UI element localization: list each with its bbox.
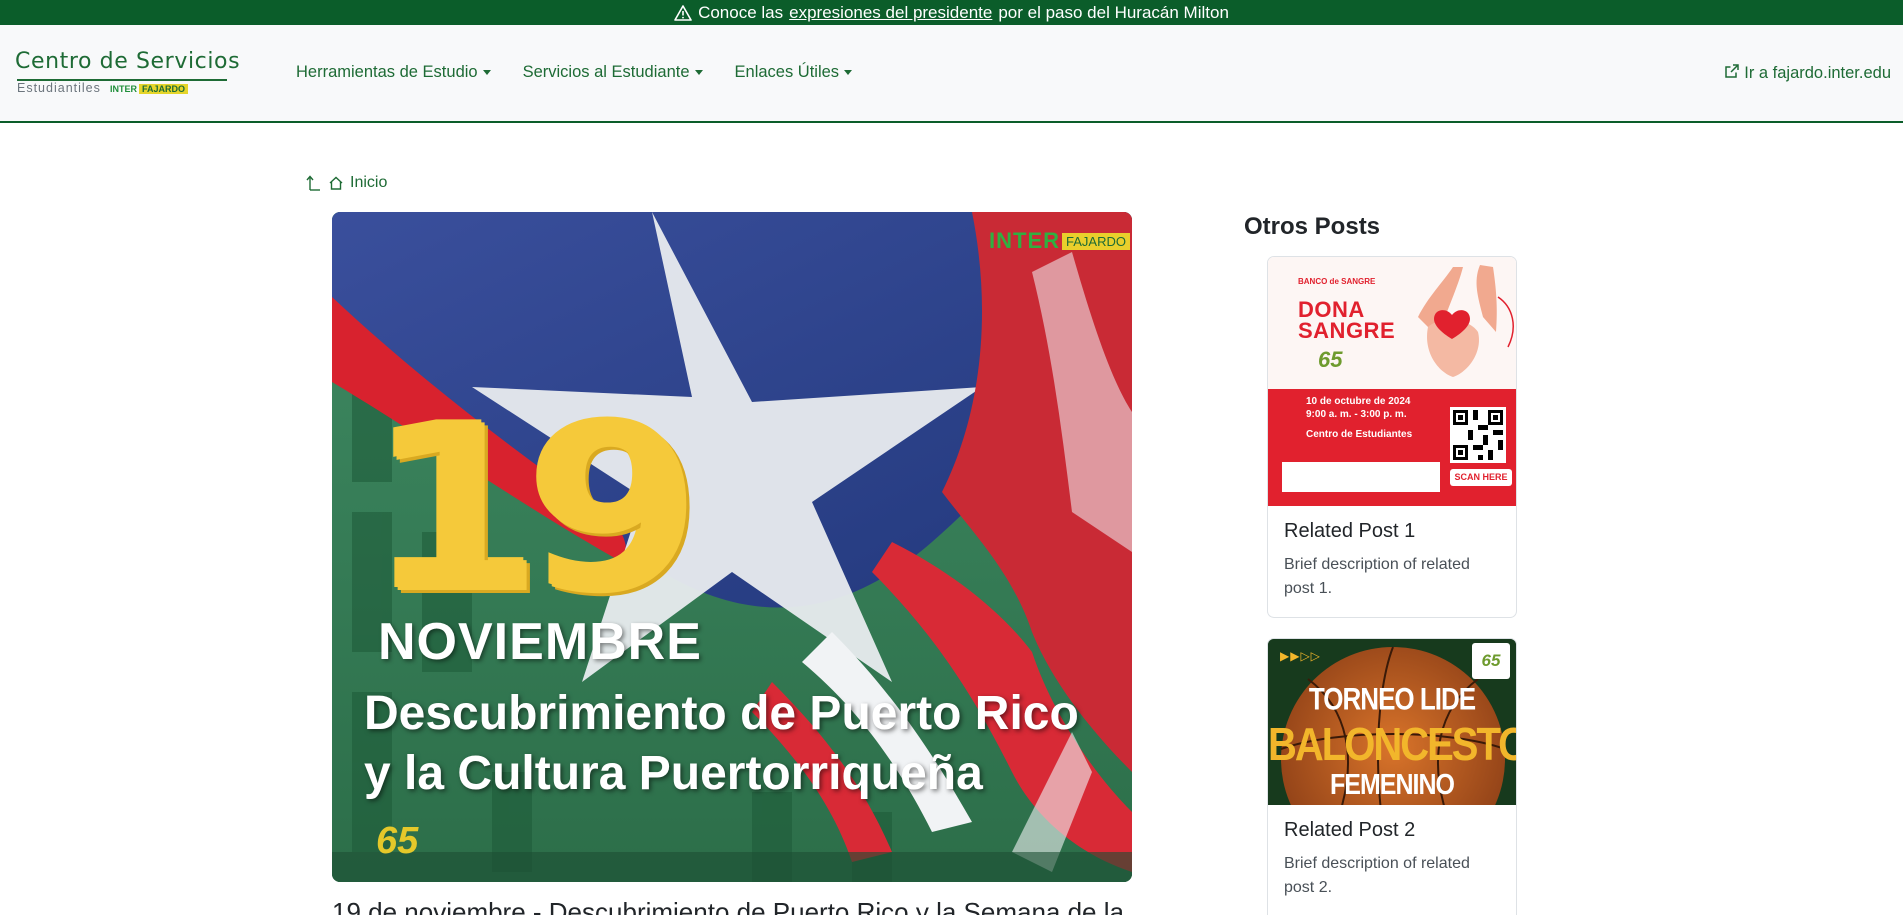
alert-link[interactable]: expresiones del presidente <box>789 3 992 23</box>
anniversary-badge: 65 <box>1318 347 1343 372</box>
nav-herramientas[interactable]: Herramientas de Estudio <box>296 63 491 82</box>
brand-title: Centro de Servicios <box>15 49 241 74</box>
anniversary-badge: 65 <box>1472 643 1510 679</box>
caret-down-icon <box>694 70 703 75</box>
related-post-thumbnail[interactable]: BANCO de SANGRE DONA SANGRE 65 10 de oct… <box>1268 257 1516 506</box>
nav-servicios[interactable]: Servicios al Estudiante <box>523 63 703 82</box>
hero-month: NOVIEMBRE <box>378 613 702 671</box>
badge-inter-text: INTER <box>110 84 137 94</box>
donate-headline-line2: SANGRE <box>1298 318 1396 343</box>
brand-subtitle: Estudiantiles <box>17 81 101 95</box>
blood-bank-label: BANCO de SANGRE <box>1298 277 1376 286</box>
related-post-card[interactable]: BANCO de SANGRE DONA SANGRE 65 10 de oct… <box>1267 256 1517 618</box>
related-post-description: Brief description of related post 1. <box>1284 556 1470 597</box>
event-time: 9:00 a. m. - 3:00 p. m. <box>1306 409 1407 420</box>
tournament-line-2: BALONCESTO <box>1268 719 1516 771</box>
donate-headline-line1: DONA <box>1298 297 1365 322</box>
related-post-description: Brief description of related post 2. <box>1284 855 1470 896</box>
inter-badge: INTER FAJARDO <box>110 84 189 94</box>
requirements-box <box>1282 462 1440 492</box>
article-title: 19 de noviembre - Descubrimiento de Puer… <box>332 897 1124 915</box>
alert-suffix: por el paso del Huracán Milton <box>998 2 1229 22</box>
hero-logo-fajardo: FAJARDO <box>1062 232 1130 250</box>
related-post-body: Related Post 2 Brief description of rela… <box>1268 805 1516 914</box>
alert-banner: Conoce las expresiones del presidente po… <box>0 0 1903 25</box>
nav-herramientas-label: Herramientas de Estudio <box>296 63 478 81</box>
nav-enlaces-label: Enlaces Útiles <box>734 63 840 81</box>
level-up-icon <box>306 174 322 192</box>
navbar: Centro de Servicios Estudiantiles INTER F… <box>0 25 1903 123</box>
nav-servicios-label: Servicios al Estudiante <box>522 63 690 81</box>
event-location: Centro de Estudiantes <box>1306 429 1413 440</box>
tournament-line-1: TORNEO LIDE <box>1308 680 1476 717</box>
home-icon <box>328 175 344 191</box>
hero-inter-logo: INTER FAJARDO <box>989 228 1130 254</box>
hero-line-2: y la Cultura Puertorriqueña <box>364 747 983 800</box>
event-datetime: 10 de octubre de 2024 9:00 a. m. - 3:00 … <box>1306 395 1411 421</box>
breadcrumb-home-label: Inicio <box>350 174 388 191</box>
caret-down-icon <box>482 70 491 75</box>
play-arrows-icon: ▶▶▷▷ <box>1280 649 1321 663</box>
related-post-card[interactable]: ▶▶▷▷ 65 TORNEO LIDE BALONCESTO FEMENINO … <box>1267 638 1517 915</box>
event-date: 10 de octubre de 2024 <box>1306 396 1411 407</box>
related-post-title[interactable]: Related Post 2 <box>1284 819 1500 842</box>
external-link-label: Ir a fajardo.inter.edu <box>1744 64 1891 82</box>
caret-down-icon <box>844 70 853 75</box>
hero-day: 19 <box>368 378 702 645</box>
anniversary-seal: 65 <box>376 820 419 862</box>
hero-line-1: Descubrimiento de Puerto Rico <box>364 687 1079 740</box>
warning-icon <box>674 4 692 21</box>
related-post-title[interactable]: Related Post 1 <box>1284 520 1500 543</box>
breadcrumb[interactable]: Inicio <box>306 174 387 192</box>
tournament-line-3: FEMENINO <box>1330 768 1455 802</box>
donate-headline: DONA SANGRE <box>1298 297 1396 343</box>
nav-enlaces[interactable]: Enlaces Útiles <box>735 63 853 82</box>
badge-fajardo-text: FAJARDO <box>139 84 189 94</box>
scan-here-label: SCAN HERE <box>1450 469 1512 486</box>
related-post-body: Related Post 1 Brief description of rela… <box>1268 506 1516 615</box>
post-hero-image: INTER FAJARDO 19 NOVIEMBRE Descubrimiento… <box>332 212 1132 882</box>
external-link-icon <box>1724 63 1740 84</box>
related-post-thumbnail[interactable]: ▶▶▷▷ 65 TORNEO LIDE BALONCESTO FEMENINO <box>1268 639 1516 805</box>
alert-prefix: Conoce las <box>698 2 784 22</box>
qr-code-icon <box>1450 407 1506 463</box>
brand-logo[interactable]: Centro de Servicios Estudiantiles INTER F… <box>15 49 240 95</box>
external-site-link[interactable]: Ir a fajardo.inter.edu <box>1724 63 1891 84</box>
hero-logo-inter: INTER <box>989 228 1061 253</box>
main-nav: Herramientas de Estudio Servicios al Est… <box>296 63 884 82</box>
sidebar-title: Otros Posts <box>1244 213 1381 240</box>
